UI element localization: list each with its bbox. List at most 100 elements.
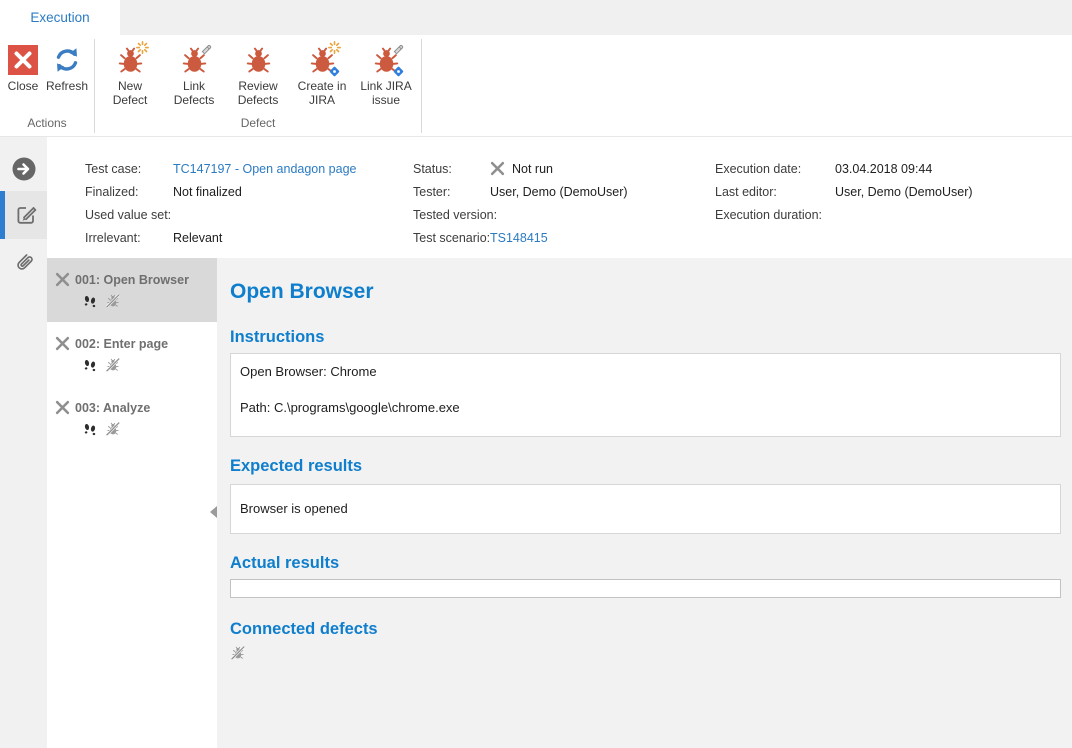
info-row-execution-duration: Execution duration: xyxy=(715,203,973,226)
status-value: Not run xyxy=(512,162,553,176)
create-in-jira-button[interactable]: Create in JIRA xyxy=(290,39,354,107)
step-item-003[interactable]: 003: Analyze xyxy=(47,386,217,450)
status-label: Status: xyxy=(413,162,490,176)
jira-diamond-icon xyxy=(328,65,341,78)
create-in-jira-icon xyxy=(306,44,338,76)
step-status-x-icon xyxy=(55,400,70,415)
link-jira-issue-icon xyxy=(370,44,402,76)
expected-results-heading: Expected results xyxy=(230,457,1061,476)
instructions-box: Open Browser: Chrome Path: C.\programs\g… xyxy=(230,353,1061,437)
tab-strip: Execution xyxy=(0,0,1072,35)
info-row-last-editor: Last editor: User, Demo (DemoUser) xyxy=(715,180,973,203)
refresh-button-label: Refresh xyxy=(46,80,88,94)
info-row-finalized: Finalized: Not finalized xyxy=(85,180,356,203)
link-defects-button[interactable]: Link Defects xyxy=(162,39,226,107)
sidebar-item-attachments[interactable] xyxy=(0,239,47,287)
link-defects-label: Link Defects xyxy=(165,80,223,107)
info-row-used-value-set: Used value set: xyxy=(85,203,356,226)
review-defects-label: Review Defects xyxy=(229,80,287,107)
ribbon-toolbar: Close Refresh xyxy=(0,35,1072,137)
last-editor-label: Last editor: xyxy=(715,185,835,199)
finalized-label: Finalized: xyxy=(85,185,173,199)
footprints-icon xyxy=(82,294,98,308)
expected-results-text: Browser is opened xyxy=(240,501,1051,516)
finalized-value: Not finalized xyxy=(173,185,242,199)
link-jira-issue-label: Link JIRA issue xyxy=(357,80,415,107)
close-button-label: Close xyxy=(8,80,39,94)
no-defect-icon xyxy=(105,293,121,309)
no-defect-icon xyxy=(105,357,121,373)
new-defect-icon xyxy=(114,44,146,76)
execution-duration-label: Execution duration: xyxy=(715,208,835,222)
sparkle-icon xyxy=(136,41,149,54)
info-row-test-scenario: Test scenario: TS148415 xyxy=(413,226,628,249)
irrelevant-value: Relevant xyxy=(173,231,222,245)
collapse-panel-arrow[interactable] xyxy=(210,506,217,518)
execution-info-panel: Test case: TC147197 - Open andagon page … xyxy=(47,137,1072,258)
actual-results-input[interactable] xyxy=(230,579,1061,598)
review-defects-icon xyxy=(242,44,274,76)
test-scenario-label: Test scenario: xyxy=(413,231,490,245)
tester-label: Tester: xyxy=(413,185,490,199)
execution-window: Execution Close xyxy=(0,0,1072,748)
used-value-set-label: Used value set: xyxy=(85,208,173,222)
tab-strip-background xyxy=(120,0,1072,35)
no-defect-icon xyxy=(105,421,121,437)
sparkle-icon xyxy=(328,41,341,54)
step-title: 001: Open Browser xyxy=(75,273,189,287)
info-row-test-case: Test case: TC147197 - Open andagon page xyxy=(85,157,356,180)
create-in-jira-label: Create in JIRA xyxy=(293,80,351,107)
test-steps-list: 001: Open Browser 002: Enter page xyxy=(47,258,217,748)
instructions-heading: Instructions xyxy=(230,328,1061,347)
footprints-icon xyxy=(82,358,98,372)
edit-icon xyxy=(13,202,39,228)
connected-defects-heading: Connected defects xyxy=(230,620,1061,639)
actual-results-heading: Actual results xyxy=(230,554,1061,573)
close-icon xyxy=(7,44,39,76)
link-jira-issue-button[interactable]: Link JIRA issue xyxy=(354,39,418,107)
instruction-line: Open Browser: Chrome xyxy=(240,364,1051,379)
refresh-button[interactable]: Refresh xyxy=(43,39,91,94)
review-defects-button[interactable]: Review Defects xyxy=(226,39,290,107)
paperclip-icon xyxy=(11,250,37,276)
execution-date-label: Execution date: xyxy=(715,162,835,176)
ribbon-group-defect: New Defect Link Defects Review Defects xyxy=(95,39,422,133)
step-title: 002: Enter page xyxy=(75,337,168,351)
info-row-irrelevant: Irrelevant: Relevant xyxy=(85,226,356,249)
ribbon-group-label-defect: Defect xyxy=(98,114,418,133)
new-defect-button[interactable]: New Defect xyxy=(98,39,162,107)
step-item-001[interactable]: 001: Open Browser xyxy=(47,258,217,322)
new-defect-label: New Defect xyxy=(101,80,159,107)
test-case-link[interactable]: TC147197 - Open andagon page xyxy=(173,162,356,176)
step-status-x-icon xyxy=(55,336,70,351)
expected-results-box: Browser is opened xyxy=(230,484,1061,534)
arrow-circle-icon xyxy=(11,156,37,182)
ribbon-group-label-actions: Actions xyxy=(3,114,91,133)
info-row-execution-date: Execution date: 03.04.2018 09:44 xyxy=(715,157,973,180)
step-status-x-icon xyxy=(55,272,70,287)
not-run-x-icon xyxy=(490,161,505,176)
test-case-label: Test case: xyxy=(85,162,173,176)
ribbon-group-actions: Close Refresh xyxy=(0,39,95,133)
footprints-icon xyxy=(82,422,98,436)
info-row-status: Status: Not run xyxy=(413,157,628,180)
step-title: 003: Analyze xyxy=(75,401,150,415)
instruction-line: Path: C.\programs\google\chrome.exe xyxy=(240,400,1051,415)
execution-date-value: 03.04.2018 09:44 xyxy=(835,162,932,176)
tester-value: User, Demo (DemoUser) xyxy=(490,185,628,199)
refresh-icon xyxy=(51,44,83,76)
no-defect-icon xyxy=(230,645,246,661)
close-button[interactable]: Close xyxy=(3,39,43,94)
tested-version-label: Tested version: xyxy=(413,208,490,222)
test-scenario-link[interactable]: TS148415 xyxy=(490,231,548,245)
last-editor-value: User, Demo (DemoUser) xyxy=(835,185,973,199)
sidebar-item-navigate[interactable] xyxy=(0,147,47,191)
irrelevant-label: Irrelevant: xyxy=(85,231,173,245)
left-sidebar xyxy=(0,137,47,748)
tab-execution[interactable]: Execution xyxy=(0,0,120,35)
step-item-002[interactable]: 002: Enter page xyxy=(47,322,217,386)
step-detail-panel: Open Browser Instructions Open Browser: … xyxy=(217,258,1072,748)
jira-diamond-icon xyxy=(392,65,405,78)
info-row-tested-version: Tested version: xyxy=(413,203,628,226)
sidebar-item-edit[interactable] xyxy=(0,191,47,239)
